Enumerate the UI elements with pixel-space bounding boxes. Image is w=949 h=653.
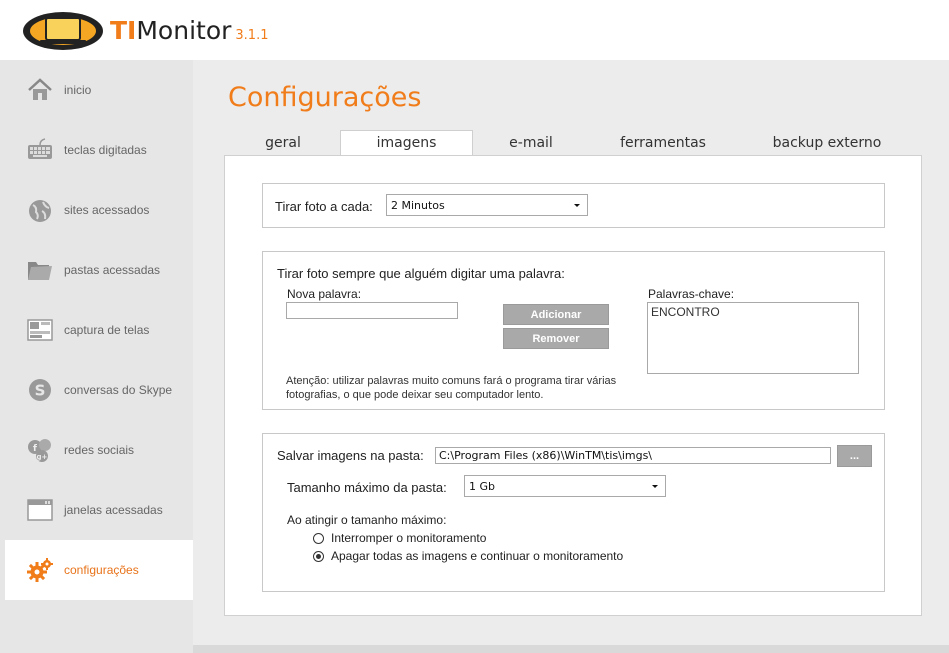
sidebar-item-pastas-acessadas[interactable]: pastas acessadas	[5, 240, 193, 300]
svg-text:S: S	[35, 382, 46, 400]
keywords-list-label: Palavras-chave:	[648, 287, 735, 301]
globe-icon	[29, 200, 51, 222]
list-item[interactable]: ENCONTRO	[651, 305, 855, 319]
on-max-size-label: Ao atingir o tamanho máximo:	[287, 513, 447, 527]
chevron-down-icon	[652, 485, 658, 488]
logo-icon	[23, 12, 103, 50]
max-size-select[interactable]: 1 Gb	[464, 475, 666, 497]
photo-interval-section: Tirar foto a cada: 2 Minutos	[262, 183, 885, 228]
radio-delete-and-continue-label[interactable]: Apagar todas as imagens e continuar o mo…	[331, 549, 623, 563]
keywords-listbox[interactable]: ENCONTRO	[647, 302, 859, 374]
sidebar: inicio teclas digitadas sites acessados …	[0, 60, 193, 653]
brand-suffix: Monitor	[136, 16, 232, 45]
folder-icon	[28, 262, 52, 280]
sidebar-item-label: conversas do Skype	[64, 383, 173, 397]
tab-geral[interactable]: geral	[233, 132, 333, 156]
sidebar-item-redes-sociais[interactable]: f g+ redes sociais	[5, 420, 193, 480]
keyword-trigger-heading: Tirar foto sempre que alguém digitar uma…	[277, 266, 565, 281]
screenshot-icon	[27, 319, 53, 341]
sidebar-item-conversas-do-skype[interactable]: S conversas do Skype	[5, 360, 193, 420]
sidebar-item-captura-de-telas[interactable]: captura de telas	[5, 300, 193, 360]
storage-section: Salvar imagens na pasta: ... Tamanho máx…	[262, 433, 885, 592]
sidebar-item-label: sites acessados	[64, 203, 150, 217]
app-brand: TIMonitor 3.1.1	[110, 16, 268, 45]
photo-interval-label: Tirar foto a cada:	[275, 199, 373, 214]
radio-stop-monitoring[interactable]	[313, 533, 324, 544]
photo-interval-select[interactable]: 2 Minutos	[386, 194, 588, 216]
sidebar-item-label: pastas acessadas	[64, 263, 161, 277]
svg-text:g+: g+	[37, 453, 48, 461]
app-header: TIMonitor 3.1.1	[0, 0, 949, 60]
sidebar-item-label: janelas acessadas	[64, 503, 163, 517]
keyword-trigger-section: Tirar foto sempre que alguém digitar uma…	[262, 251, 885, 410]
page-title: Configurações	[228, 82, 422, 113]
social-icon: f g+	[28, 439, 51, 462]
remove-keyword-button[interactable]: Remover	[503, 328, 609, 349]
app-version: 3.1.1	[235, 28, 269, 43]
tab-panel-imagens: Tirar foto a cada: 2 Minutos Tirar foto …	[224, 155, 922, 616]
sidebar-item-label: teclas digitadas	[64, 143, 147, 157]
keyword-warning: Atenção: utilizar palavras muito comuns …	[286, 375, 617, 401]
radio-delete-and-continue[interactable]	[313, 551, 324, 562]
chevron-down-icon	[574, 204, 580, 207]
add-keyword-button[interactable]: Adicionar	[503, 304, 609, 325]
sidebar-item-label: inicio	[64, 83, 92, 97]
sidebar-item-teclas-digitadas[interactable]: teclas digitadas	[5, 120, 193, 180]
max-size-label: Tamanho máximo da pasta:	[287, 480, 447, 495]
skype-icon: S	[29, 379, 51, 401]
keyboard-icon	[28, 138, 52, 159]
home-icon	[28, 78, 52, 100]
folder-path-input[interactable]	[435, 447, 831, 464]
sidebar-item-label: captura de telas	[64, 323, 150, 337]
tab-backup-externo[interactable]: backup externo	[758, 132, 896, 156]
sidebar-item-sites-acessados[interactable]: sites acessados	[5, 180, 193, 240]
gear-icon	[27, 558, 53, 582]
folder-path-label: Salvar imagens na pasta:	[277, 448, 424, 463]
photo-interval-value: 2 Minutos	[391, 199, 445, 212]
bottom-strip	[193, 645, 949, 653]
sidebar-item-inicio[interactable]: inicio	[5, 60, 193, 120]
sidebar-item-janelas-acessadas[interactable]: janelas acessadas	[5, 480, 193, 540]
tab-e-mail[interactable]: e-mail	[481, 132, 581, 156]
brand-prefix: TI	[110, 16, 137, 45]
max-size-value: 1 Gb	[469, 480, 496, 493]
main-content: Configurações geral imagens e-mail ferra…	[193, 60, 949, 645]
sidebar-item-label: redes sociais	[64, 443, 135, 457]
sidebar-item-configuracoes[interactable]: configurações	[5, 540, 193, 600]
new-word-input[interactable]	[286, 302, 458, 319]
new-word-label: Nova palavra:	[287, 287, 362, 301]
window-icon	[27, 499, 53, 521]
browse-folder-button[interactable]: ...	[837, 445, 872, 467]
sidebar-item-label: configurações	[64, 563, 139, 577]
radio-stop-monitoring-label[interactable]: Interromper o monitoramento	[331, 531, 486, 545]
tab-imagens[interactable]: imagens	[340, 130, 473, 156]
tab-ferramentas[interactable]: ferramentas	[603, 132, 723, 156]
